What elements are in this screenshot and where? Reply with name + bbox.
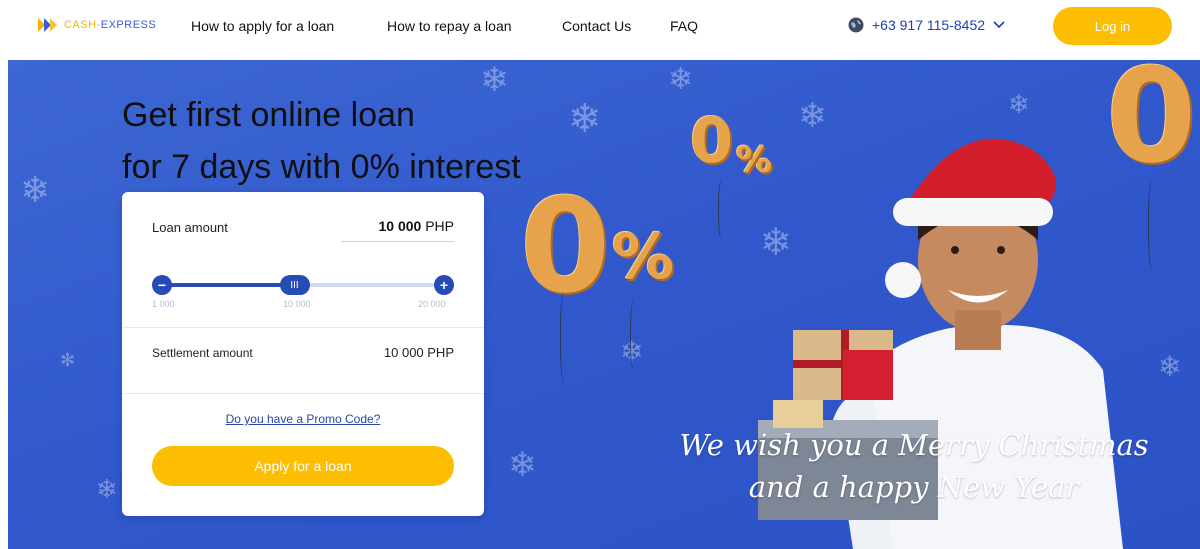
loan-amount-currency: PHP	[425, 218, 454, 234]
holiday-greeting-line-2: and a happy New Year	[748, 470, 1080, 505]
snowflake-icon: ❄	[508, 445, 537, 485]
globe-icon	[848, 17, 864, 33]
snowflake-icon: ❄	[668, 62, 694, 97]
promo-code-link[interactable]: Do you have a Promo Code?	[152, 412, 454, 426]
card-divider	[122, 327, 484, 328]
snowflake-icon: ❄	[568, 96, 602, 142]
balloon-string	[630, 300, 640, 370]
site-header: CASH-EXPRESS How to apply for a loan How…	[0, 0, 1200, 60]
settlement-amount-label: Settlement amount	[152, 346, 253, 360]
slider-thumb-icon[interactable]: III	[279, 275, 310, 295]
hero-headline-line-2: for 7 days with 0% interest	[122, 148, 521, 186]
balloon-string	[718, 180, 728, 240]
nav-contact-us[interactable]: Contact Us	[562, 18, 631, 34]
holiday-greeting: We wish you a Merry Christmas and a happ…	[659, 424, 1169, 508]
holiday-greeting-line-1: We wish you a Merry Christmas	[679, 428, 1149, 462]
nav-how-to-repay[interactable]: How to repay a loan	[387, 18, 512, 34]
nav-how-to-apply[interactable]: How to apply for a loan	[191, 18, 334, 34]
loan-amount-input[interactable]: 10 000 PHP	[341, 218, 454, 234]
logo-icon	[38, 18, 57, 32]
slider-mid-label: 10 000	[283, 299, 311, 309]
phone-number: +63 917 115-8452	[872, 17, 986, 33]
loan-amount-slider-fill	[162, 283, 295, 287]
card-divider	[122, 393, 484, 394]
balloon-percent: %	[612, 220, 675, 293]
loan-amount-value: 10 000	[378, 218, 422, 234]
login-button[interactable]: Log in	[1053, 7, 1172, 45]
hero-headline: Get first online loan for 7 days with 0%…	[122, 92, 521, 196]
phone-selector[interactable]: +63 917 115-8452	[848, 17, 1005, 33]
minus-icon[interactable]: −	[152, 275, 172, 295]
settlement-amount-value: 10 000 PHP	[383, 345, 454, 360]
balloon-zero-small: 0	[690, 104, 734, 177]
loan-amount-underline	[341, 241, 454, 242]
loan-amount-label: Loan amount	[152, 220, 228, 235]
logo-text: CASH-EXPRESS	[64, 19, 157, 31]
chevron-down-icon	[993, 21, 1005, 29]
snowflake-icon: ❄	[20, 170, 51, 211]
snowflake-icon: ✻	[60, 350, 76, 371]
balloon-string	[560, 292, 570, 382]
snowflake-icon: ❄	[96, 475, 118, 505]
slider-min-label: 1 000	[152, 299, 175, 309]
logo[interactable]: CASH-EXPRESS	[38, 18, 156, 32]
plus-icon[interactable]: +	[434, 275, 454, 295]
apply-for-loan-button[interactable]: Apply for a loan	[152, 446, 454, 486]
nav-faq[interactable]: FAQ	[670, 18, 698, 34]
hero-headline-line-1: Get first online loan	[122, 96, 415, 134]
slider-max-label: 20 000	[418, 299, 446, 309]
